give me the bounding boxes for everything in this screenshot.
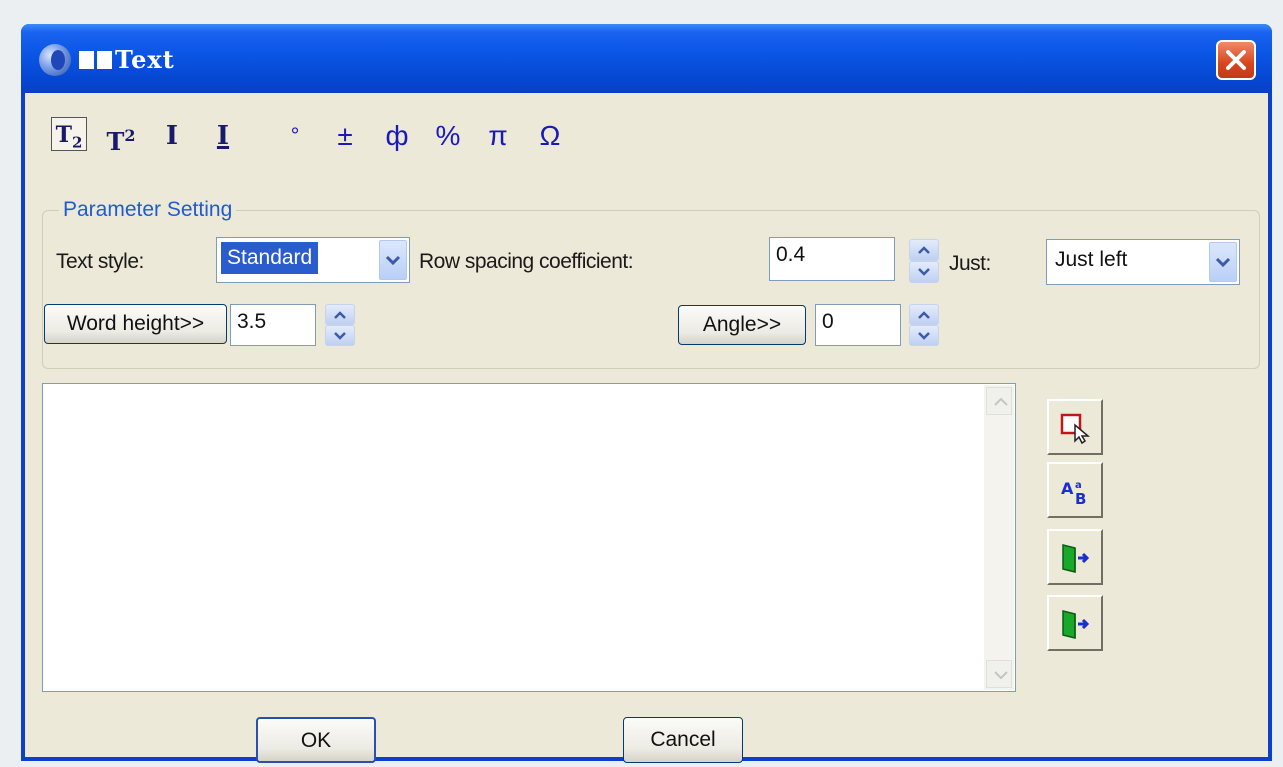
word-height-button[interactable]: Word height>> — [44, 304, 227, 344]
spin-up-button[interactable] — [909, 239, 939, 261]
superscript-button[interactable]: T2 — [103, 115, 139, 157]
plus-minus-symbol-button[interactable]: ± — [331, 115, 359, 157]
pick-object-button[interactable] — [1047, 399, 1103, 455]
chevron-down-icon — [918, 268, 930, 276]
diameter-symbol-button[interactable]: ф — [383, 115, 411, 157]
window-title: Text — [115, 45, 175, 74]
pi-symbol-button[interactable]: π — [483, 115, 513, 157]
row-spacing-input[interactable]: 0.4 — [769, 237, 895, 281]
text-format-icon: A a B — [1061, 479, 1086, 508]
chevron-up-icon — [918, 246, 930, 254]
text-cursor-icon: I — [165, 121, 179, 151]
text-dialog: Text T2 T2 I I ° ± ф % π Ω Parameter Set… — [21, 24, 1272, 763]
angle-spinner[interactable] — [909, 304, 939, 346]
chevron-up-icon — [918, 310, 930, 319]
text-cursor-button[interactable]: I — [157, 115, 187, 157]
cancel-button[interactable]: Cancel — [623, 717, 743, 763]
title-unrendered-glyphs — [79, 51, 115, 69]
svg-text:A: A — [1061, 479, 1074, 498]
text-style-value: Standard — [221, 242, 319, 274]
vertical-scrollbar[interactable] — [984, 385, 1014, 690]
subscript-button[interactable]: T2 — [51, 117, 87, 151]
scroll-up-button[interactable] — [986, 387, 1012, 415]
word-height-input[interactable]: 3.5 — [230, 304, 316, 346]
chevron-down-icon — [1215, 257, 1231, 268]
angle-button[interactable]: Angle>> — [678, 305, 806, 345]
app-icon — [39, 44, 71, 76]
angle-input[interactable]: 0 — [815, 304, 901, 346]
spin-down-button[interactable] — [909, 261, 939, 283]
row-spacing-label: Row spacing coefficient: — [419, 250, 634, 273]
chevron-down-icon — [334, 331, 346, 340]
word-height-spinner[interactable] — [325, 304, 355, 346]
pick-object-icon — [1060, 413, 1091, 445]
chevron-up-icon — [334, 310, 346, 319]
export-icon — [1062, 610, 1090, 639]
group-title: Parameter Setting — [59, 198, 237, 222]
percent-symbol-button[interactable]: % — [431, 115, 465, 157]
just-label: Just: — [949, 252, 991, 275]
row-spacing-spinner[interactable] — [909, 239, 939, 283]
just-dropdown[interactable] — [1209, 242, 1237, 282]
import-button[interactable] — [1047, 529, 1103, 585]
text-style-dropdown[interactable] — [379, 240, 407, 280]
omega-symbol-button[interactable]: Ω — [533, 115, 567, 157]
chevron-down-icon — [994, 671, 1008, 679]
underline-text-icon: I — [216, 121, 230, 151]
chevron-up-icon — [994, 398, 1008, 406]
text-content-area[interactable] — [42, 383, 1016, 692]
superscript-icon: T2 — [106, 126, 136, 156]
text-style-label: Text style: — [56, 250, 144, 273]
scroll-down-button[interactable] — [986, 660, 1012, 688]
spin-up-button[interactable] — [909, 304, 939, 325]
spin-up-button[interactable] — [325, 304, 355, 325]
text-style-select[interactable]: Standard — [216, 237, 410, 283]
underline-text-button[interactable]: I — [207, 115, 239, 157]
import-icon — [1062, 544, 1090, 573]
title-bar[interactable]: Text — [21, 24, 1272, 93]
parameter-setting-group — [42, 210, 1260, 369]
export-button[interactable] — [1047, 595, 1103, 651]
text-format-button[interactable]: A a B — [1047, 462, 1103, 518]
spin-down-button[interactable] — [325, 325, 355, 346]
degree-symbol-button[interactable]: ° — [283, 115, 307, 157]
close-button[interactable] — [1216, 40, 1256, 80]
just-value: Just left — [1055, 248, 1128, 271]
dialog-body: T2 T2 I I ° ± ф % π Ω Parameter Setting … — [25, 93, 1268, 763]
svg-text:B: B — [1075, 490, 1086, 508]
spin-down-button[interactable] — [909, 325, 939, 346]
ok-button[interactable]: OK — [256, 717, 376, 763]
subscript-icon: T2 — [55, 122, 83, 152]
chevron-down-icon — [918, 331, 930, 340]
chevron-down-icon — [385, 255, 401, 266]
just-select[interactable]: Just left — [1046, 239, 1240, 285]
close-icon — [1226, 50, 1246, 70]
